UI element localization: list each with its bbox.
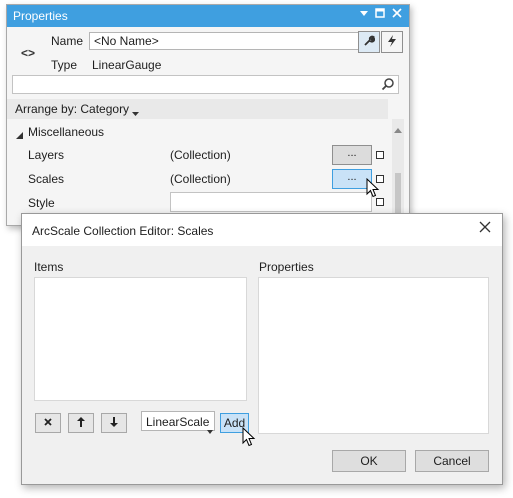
lightning-icon [387, 34, 397, 50]
name-label: Name [51, 34, 84, 48]
code-brackets-icon: <> [21, 46, 36, 60]
collection-editor-dialog: ArcScale Collection Editor: Scales Items… [21, 213, 503, 485]
name-field[interactable]: <No Name> [89, 32, 361, 50]
property-value-layers: (Collection) [170, 148, 231, 162]
property-name-layers: Layers [28, 148, 65, 162]
ok-button[interactable]: OK [332, 450, 406, 472]
dialog-title-bar[interactable]: ArcScale Collection Editor: Scales [22, 214, 502, 246]
properties-window: Properties <> Name <No Name> Type Linear… [6, 4, 410, 226]
mouse-cursor-icon [366, 177, 380, 201]
scrollbar-thumb[interactable] [395, 173, 401, 217]
events-view-button[interactable] [381, 31, 403, 53]
items-label: Items [34, 260, 64, 274]
close-icon[interactable] [390, 8, 404, 22]
maximize-icon[interactable] [373, 8, 387, 22]
properties-grid[interactable] [258, 277, 489, 434]
property-value-scales: (Collection) [170, 172, 231, 186]
properties-title: Properties [13, 9, 68, 23]
search-input[interactable] [12, 75, 399, 94]
scale-type-select[interactable]: LinearScale [141, 411, 215, 434]
property-name-style: Style [28, 196, 55, 210]
dropdown-arrow-icon [207, 420, 213, 440]
close-icon [44, 417, 52, 429]
close-icon[interactable] [476, 220, 494, 238]
cancel-button[interactable]: Cancel [415, 450, 489, 472]
wrench-icon [363, 35, 376, 50]
remove-button[interactable] [35, 413, 61, 433]
items-list[interactable] [34, 277, 247, 401]
property-name-scales: Scales [28, 172, 65, 186]
dropdown-arrow-icon [132, 106, 139, 120]
arrow-down-icon [110, 416, 118, 430]
type-label: Type [51, 58, 78, 72]
arrange-by-dropdown[interactable]: Arrange by: Category [7, 99, 388, 119]
layers-ellipsis-button[interactable]: ... [332, 145, 372, 165]
move-down-button[interactable] [101, 413, 127, 433]
category-header: Miscellaneous [28, 125, 105, 139]
style-value-field[interactable] [170, 192, 372, 212]
move-up-button[interactable] [68, 413, 94, 433]
mouse-cursor-icon [242, 426, 256, 450]
dropdown-arrow-icon[interactable] [357, 8, 371, 22]
properties-view-button[interactable] [358, 31, 380, 53]
search-icon [381, 77, 395, 94]
collapse-triangle-icon[interactable] [16, 128, 23, 142]
properties-title-bar[interactable]: Properties [7, 5, 409, 27]
property-marker[interactable] [376, 151, 384, 159]
properties-label: Properties [259, 260, 314, 274]
arrange-by-label: Arrange by: Category [15, 102, 130, 116]
dialog-title: ArcScale Collection Editor: Scales [32, 224, 214, 238]
scale-type-value: LinearScale [146, 415, 210, 429]
type-value: LinearGauge [92, 58, 162, 72]
arrow-up-icon [77, 416, 85, 430]
scroll-up-arrow-icon[interactable] [394, 122, 402, 136]
